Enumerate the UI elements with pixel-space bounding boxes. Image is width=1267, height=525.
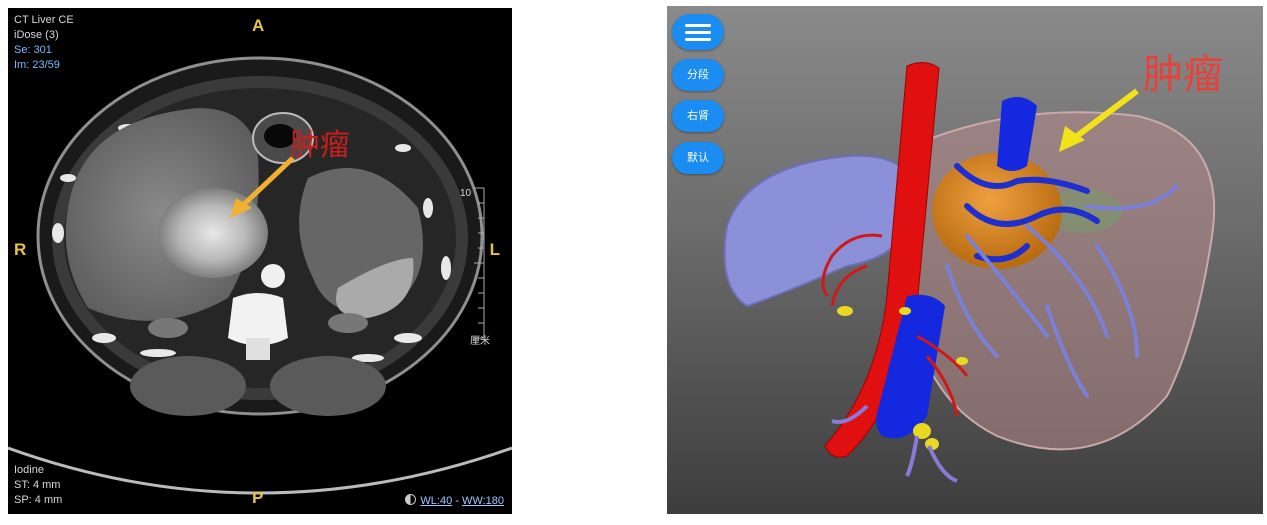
orientation-posterior: P	[252, 488, 264, 507]
contrast-icon	[405, 494, 417, 505]
scale-unit-label: 厘米	[470, 336, 490, 347]
scale-top-label: 10	[460, 188, 472, 199]
ct-contrast-agent: Iodine	[14, 464, 44, 476]
ct-study-name: CT Liver CE	[14, 14, 74, 26]
window-width-value[interactable]: WW:180	[462, 495, 504, 507]
ct-slice-spacing: SP: 4 mm	[14, 494, 63, 506]
window-level-control[interactable]: WL:40 - WW:180	[405, 494, 504, 507]
hamburger-menu-icon[interactable]	[672, 14, 724, 50]
tumor-label-ct: 肿瘤	[290, 129, 350, 162]
default-view-button[interactable]: 默认	[672, 142, 724, 174]
orientation-anterior: A	[252, 16, 265, 35]
ct-image-index: Im: 23/59	[14, 59, 60, 71]
ct-recon-name: iDose (3)	[14, 29, 59, 41]
ct-slice-thickness: ST: 4 mm	[14, 479, 61, 491]
window-separator: -	[455, 495, 459, 507]
orientation-left: L	[489, 240, 500, 259]
orientation-right: R	[14, 240, 27, 259]
right-kidney-button[interactable]: 右肾	[672, 100, 724, 132]
window-level-value[interactable]: WL:40	[420, 495, 452, 507]
model-3d-viewer[interactable]: 分段 右肾 默认 肿瘤	[667, 6, 1263, 514]
ct-viewer[interactable]: CT Liver CE iDose (3) Se: 301 Im: 23/59 …	[8, 8, 512, 514]
ct-series: Se: 301	[14, 44, 52, 56]
ct-slice-image	[8, 56, 512, 495]
segment-button[interactable]: 分段	[672, 59, 724, 91]
tumor-label-3d: 肿瘤	[1143, 53, 1223, 97]
